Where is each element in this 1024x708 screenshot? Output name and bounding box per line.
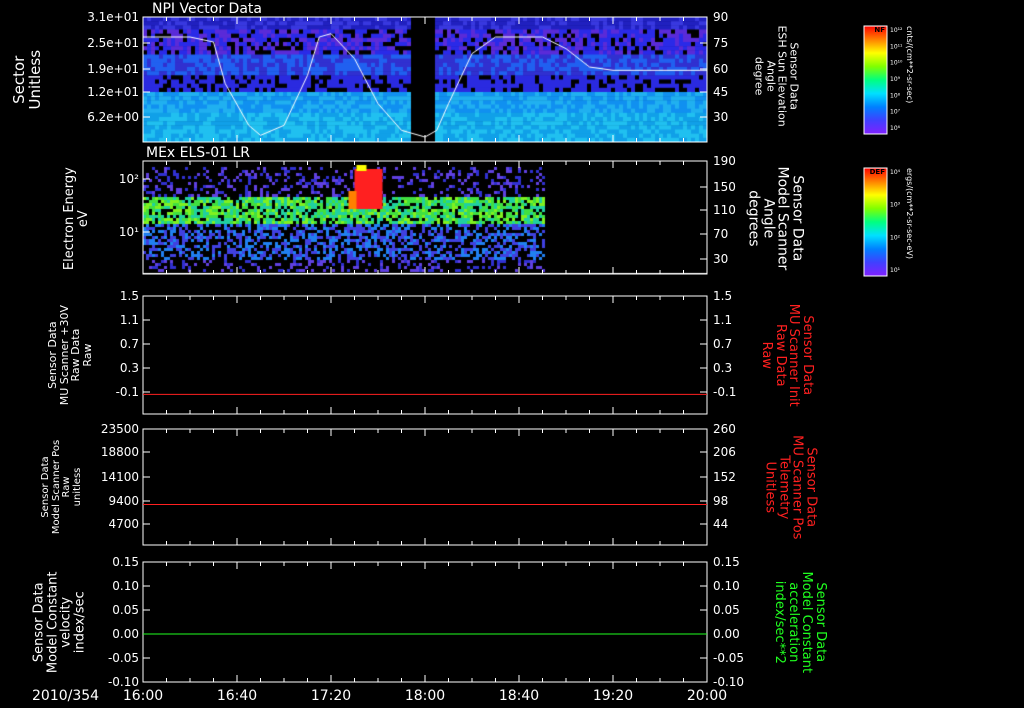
y-tick-label: 1.2e+01 [87, 85, 139, 99]
y-tick-label: 3.1e+01 [87, 10, 139, 24]
y2-tick-label: 90 [713, 10, 728, 24]
y-tick-label: 1.5 [120, 289, 139, 303]
y2-tick-label: 1.1 [713, 313, 732, 327]
panel-title: MEx ELS-01 LR [146, 145, 250, 161]
colorbar-tick: 10³ [890, 202, 901, 209]
y2-tick-label: 30 [713, 110, 728, 124]
x-tick-label: 17:20 [311, 688, 351, 704]
colorbar-tick: 10⁸ [890, 92, 901, 99]
y-tick-label: 4700 [108, 517, 139, 531]
panel-frame [142, 160, 708, 275]
y2-label-angle: Sensor Data Model Scanner Angle degrees [745, 165, 806, 270]
y2-tick-label: 150 [713, 180, 736, 194]
panel-frame [142, 561, 708, 683]
y-tick-label: 0.10 [112, 579, 139, 593]
y-tick-label: -0.1 [116, 385, 139, 399]
y-tick-label: 1.9e+01 [87, 62, 139, 76]
y-tick-label: 0.7 [120, 337, 139, 351]
y2-tick-label: 44 [713, 517, 728, 531]
y2-tick-label: 0.3 [713, 361, 732, 375]
y2-label-init: Sensor Data MU Scanner Init Raw Data Raw [758, 303, 815, 407]
y-tick-label: 9400 [108, 494, 139, 508]
plot-area: 3.1e+01 2.5e+01 1.9e+01 1.2e+01 6.2e+00 90 75 6… [32, 1, 914, 704]
y-label-sector: Sector Unitless [10, 49, 44, 110]
panel-title: NPI Vector Data [152, 1, 262, 17]
colorbar-title: DEF [870, 168, 886, 176]
colorbar-rect [863, 25, 888, 135]
date-label: 2010/354 [32, 688, 99, 704]
y-label-energy: Electron Energy eV [61, 166, 90, 270]
y-tick-label: 10¹ [119, 225, 139, 239]
y2-tick-label: 70 [713, 227, 728, 241]
y-label-velocity: Sensor Data Model Constant velocity index/s… [31, 570, 88, 673]
y-tick-label: -0.10 [108, 675, 139, 689]
y-tick-label: 14100 [101, 470, 139, 484]
colorbar-nf: NF 10¹² 10¹¹ 10¹⁰ 10⁹ 10⁸ 10⁷ 10⁶ cnts/(cm**2-sr… [863, 25, 914, 135]
colorbar-tick: 10⁷ [890, 109, 901, 116]
y2-label-telemetry: Sensor Data MU Scanner Pos Telemetry Unitle… [762, 434, 819, 539]
y2-tick-label: 152 [713, 470, 736, 484]
y2-tick-label: 75 [713, 36, 728, 50]
y2-tick-label: -0.05 [713, 651, 744, 665]
y2-label-accel: Sensor Data Model Constant acceleration ind… [772, 570, 829, 673]
y-tick-label: 0.05 [112, 603, 139, 617]
y2-tick-label: 30 [713, 252, 728, 266]
colorbar-tick: 10⁹ [890, 76, 901, 83]
x-tick-label: 18:40 [499, 688, 539, 704]
y2-tick-label: -0.10 [713, 675, 744, 689]
colorbar-tick: 10¹² [890, 27, 903, 34]
y-tick-label: -0.05 [108, 651, 139, 665]
panel-frame [142, 295, 708, 415]
y2-tick-label: 0.7 [713, 337, 732, 351]
x-tick-label: 20:00 [687, 688, 727, 704]
panel-frame [142, 428, 708, 546]
x-tick-label: 16:40 [217, 688, 257, 704]
colorbar-rect [863, 167, 888, 277]
y-tick-label: 0.15 [112, 555, 139, 569]
y2-tick-label: 98 [713, 494, 728, 508]
x-tick-label: 16:00 [123, 688, 163, 704]
y2-tick-label: 206 [713, 445, 736, 459]
colorbar-tick: 10¹⁰ [890, 60, 903, 67]
y2-tick-label: 0.05 [713, 603, 740, 617]
y-tick-label: 18800 [101, 445, 139, 459]
y-tick-label: 1.1 [120, 313, 139, 327]
y2-tick-label: 0.00 [713, 627, 740, 641]
y2-tick-label: 45 [713, 85, 728, 99]
y-tick-label: 23500 [101, 422, 139, 436]
panel-frame [142, 16, 708, 143]
y2-tick-label: 1.5 [713, 289, 732, 303]
colorbar-tick: 10⁶ [890, 125, 901, 132]
x-tick-label: 18:00 [405, 688, 445, 704]
y-label-scanner-pos: Sensor Data Model Scanner Pos Raw unitless [40, 439, 83, 535]
y2-tick-label: -0.1 [713, 385, 736, 399]
colorbar-tick: 10¹ [890, 267, 901, 274]
y-label-mu30v: Sensor Data MU Scanner +30V Raw Data Raw [46, 304, 94, 406]
y-tick-label: 0.3 [120, 361, 139, 375]
colorbar-tick: 10⁴ [890, 169, 901, 176]
colorbar-title: NF [874, 26, 885, 34]
y-tick-label: 6.2e+00 [87, 110, 139, 124]
y-tick-label: 10² [119, 172, 139, 186]
y-tick-label: 2.5e+01 [87, 36, 139, 50]
y2-label-sun: Sensor Data ESH Sun Elevation Angle degree [752, 25, 801, 127]
colorbar-tick: 10² [890, 234, 901, 241]
colorbar-tick: 10¹¹ [890, 43, 903, 50]
colorbar-units: ergs/(cm**2-sr-sec-eV) [905, 168, 914, 259]
y2-tick-label: 0.15 [713, 555, 740, 569]
x-tick-label: 19:20 [593, 688, 633, 704]
y2-tick-label: 60 [713, 62, 728, 76]
y2-tick-label: 190 [713, 154, 736, 168]
colorbar-def: DEF 10⁴ 10³ 10² 10¹ ergs/(cm**2-sr-sec-eV) [863, 167, 914, 277]
y-tick-label: 0.00 [112, 627, 139, 641]
y2-tick-label: 260 [713, 422, 736, 436]
colorbar-units: cnts/(cm**2-sr-sec) [905, 26, 914, 103]
y2-tick-label: 110 [713, 203, 736, 217]
y2-tick-label: 0.10 [713, 579, 740, 593]
